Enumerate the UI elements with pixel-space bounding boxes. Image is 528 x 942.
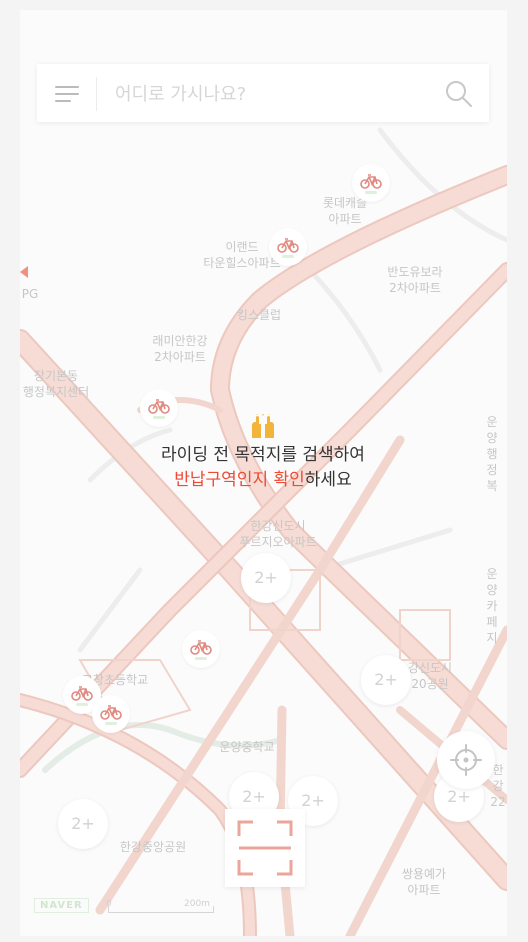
map-label: 한강중앙공원 (119, 840, 187, 854)
app-screen: 롯데캐슬 아파트 이랜드 타운힐스아파트 반도유보라 2차아파트 PG 킹스클럽… (20, 10, 507, 936)
map-label: 반도유보라 2차아파트 (387, 265, 443, 295)
map-label: 래미안한강 2차아파트 (152, 334, 208, 364)
hint-suffix: 하세요 (304, 470, 352, 490)
map-label: 한강신도시 푸르지오아파트 (239, 519, 317, 549)
hint-line-1: 라이딩 전 목적지를 검색하여 (161, 445, 365, 465)
search-input[interactable] (113, 78, 427, 110)
map-label: PG (21, 287, 39, 301)
scale-end-label: 200m (184, 899, 210, 909)
bike-cluster[interactable]: 2+ (241, 553, 291, 603)
naver-logo: NAVER (34, 898, 89, 913)
search-icon[interactable] (445, 80, 473, 108)
map-label: 장기본동 행정복지센터 (22, 369, 90, 399)
bicycle-icon (100, 705, 122, 720)
bicycle-icon (277, 238, 299, 253)
bicycle-icon (360, 174, 382, 189)
current-location-button[interactable] (437, 731, 495, 789)
search-divider (96, 77, 97, 111)
bike-marker[interactable] (92, 695, 130, 733)
bike-cluster[interactable]: 2+ (361, 655, 411, 705)
destination-hint: 라이딩 전 목적지를 검색하여 반납구역인지 확인하세요 (137, 414, 389, 493)
map-label: 운양중학교 (219, 740, 275, 754)
map-label: 운양 행정복 (486, 415, 498, 493)
bike-marker[interactable] (182, 630, 220, 668)
bicycle-icon (148, 399, 170, 414)
current-location-icon (450, 744, 482, 776)
bike-cluster[interactable]: 2+ (58, 799, 108, 849)
bicycle-icon (190, 640, 212, 655)
hands-raised-emoji (252, 414, 274, 438)
menu-icon[interactable] (55, 84, 79, 104)
map-label: 운양 카페지 (486, 567, 498, 645)
map-label: 강신도시 20공원 (407, 661, 453, 691)
map-label: 롯데캐슬 아파트 (322, 196, 368, 226)
map-label: 킹스클럽 (236, 308, 282, 322)
qr-scan-button[interactable] (225, 809, 305, 887)
map-label: 쌍용예가 아파트 (401, 867, 447, 897)
bike-marker[interactable] (269, 228, 307, 266)
bike-marker[interactable] (352, 164, 390, 202)
hint-line-2: 반납구역인지 확인하세요 (137, 468, 389, 493)
scale-start-label: 0 (106, 899, 112, 909)
search-bar[interactable] (37, 64, 489, 122)
bicycle-icon (71, 686, 93, 701)
qr-scan-icon (237, 820, 293, 876)
hint-highlight: 반납구역인지 확인 (174, 470, 305, 490)
